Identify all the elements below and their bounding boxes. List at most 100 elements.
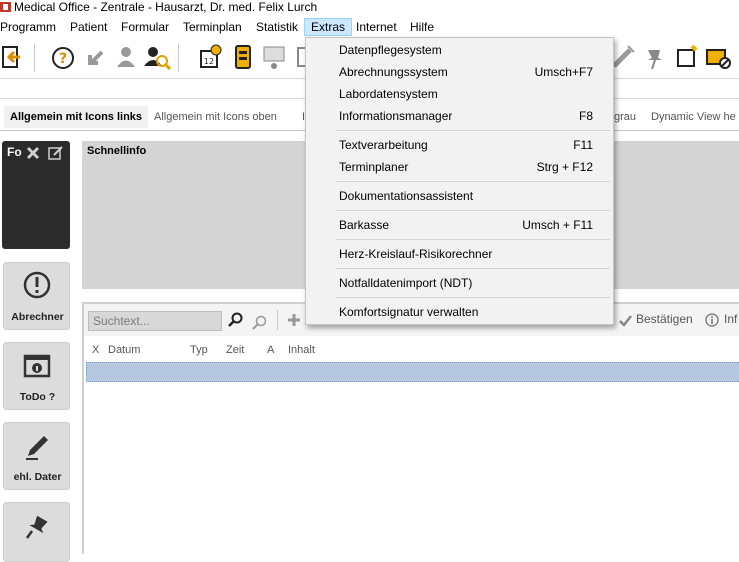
tab-allgemein-icons-oben[interactable]: Allgemein mit Icons oben (154, 106, 277, 128)
sidetile-fehlende-daten[interactable]: ehl. Dater (3, 422, 70, 490)
menu-item-label: Informationsmanager (339, 109, 453, 123)
network-button[interactable] (259, 42, 289, 72)
patient-button[interactable] (111, 42, 141, 72)
journal-list-panel: Bestätigen Inf X Datum Typ Zeit A Inhalt (82, 302, 739, 554)
calendar-clock-icon: 12 (200, 44, 222, 68)
exit-button[interactable] (0, 42, 30, 72)
patient-search-button[interactable] (142, 42, 172, 72)
menu-item-komfortsignatur-verwalten[interactable]: Komfortsignatur verwalten (306, 301, 613, 323)
menu-item-label: Abrechnungssystem (339, 65, 448, 79)
menu-item-shortcut: Umsch+F7 (534, 65, 593, 79)
menu-item-label: Dokumentationsassistent (339, 189, 474, 203)
column-datum[interactable]: Datum (108, 344, 140, 356)
menu-separator (336, 181, 610, 182)
menu-programm[interactable]: Programm (0, 18, 62, 36)
toolbar-separator (178, 44, 179, 72)
folder-button[interactable] (704, 42, 734, 72)
edit-icon[interactable] (48, 145, 64, 161)
menu-item-shortcut: F8 (578, 109, 593, 123)
sidetile-pin[interactable] (3, 502, 70, 562)
network-device-icon (263, 46, 285, 69)
column-a[interactable]: A (267, 344, 274, 356)
exit-door-icon (2, 46, 20, 68)
menu-item-label: Barkasse (339, 218, 390, 232)
arrow-back-icon (88, 50, 104, 65)
menu-statistik[interactable]: Statistik (250, 18, 304, 36)
card-reader-icon (235, 45, 251, 69)
title-bar: Medical Office - Zentrale - Hausarzt, Dr… (0, 0, 739, 16)
menu-item-label: Komfortsignatur verwalten (339, 305, 479, 319)
sidetile-todo[interactable]: ToDo ? (3, 342, 70, 410)
menu-separator (336, 210, 610, 211)
menu-item-label: Herz-Kreislauf-Risikorechner (339, 247, 493, 261)
menu-item-label: Terminplaner (339, 160, 409, 174)
confirm-button[interactable]: Bestätigen (636, 312, 693, 326)
card-button[interactable] (228, 42, 258, 72)
menu-item-shortcut: F11 (573, 138, 593, 152)
note-button[interactable] (672, 42, 702, 72)
fo-tile[interactable]: Fo (2, 141, 70, 249)
pen-icon (26, 436, 48, 460)
sidetile-label: Abrechner (11, 311, 64, 323)
search-box (88, 311, 222, 331)
menu-separator (336, 130, 610, 131)
menu-item-notfalldatenimport[interactable]: Notfalldatenimport (NDT) (306, 272, 613, 294)
menu-patient[interactable]: Patient (64, 18, 113, 36)
menu-item-label: Notfalldatenimport (NDT) (339, 276, 473, 290)
menu-formular[interactable]: Formular (115, 18, 175, 36)
search-icon[interactable] (228, 312, 244, 328)
column-typ[interactable]: Typ (190, 344, 208, 356)
menu-item-labordatensystem[interactable]: Labordatensystem (306, 83, 613, 105)
table-row-selected[interactable] (86, 362, 739, 382)
info-button[interactable]: Inf (724, 312, 737, 326)
sticky-note-icon (677, 44, 698, 67)
menu-item-label: Datenpflegesystem (339, 43, 442, 57)
menu-bar: Programm Patient Formular Terminplan Sta… (0, 16, 739, 38)
menu-extras[interactable]: Extras (304, 18, 353, 36)
menu-hilfe[interactable]: Hilfe (404, 18, 440, 36)
menu-terminplan[interactable]: Terminplan (177, 18, 248, 36)
user-search-icon (144, 47, 172, 71)
menu-item-barkasse[interactable]: Barkasse Umsch + F11 (306, 214, 613, 236)
pin-button[interactable] (640, 42, 670, 72)
extras-dropdown-menu: Datenpflegesystem Abrechnungssystem Umsc… (305, 37, 614, 325)
menu-internet[interactable]: Internet (350, 18, 403, 36)
menu-item-label: Textverarbeitung (339, 138, 428, 152)
column-x[interactable]: X (92, 344, 99, 356)
back-button[interactable] (80, 42, 110, 72)
menu-item-textverarbeitung[interactable]: Textverarbeitung F11 (306, 134, 613, 156)
column-header: X Datum Typ Zeit A Inhalt (84, 340, 739, 362)
menu-item-dokumentationsassistent[interactable]: Dokumentationsassistent (306, 185, 613, 207)
folder-blocked-icon (706, 49, 731, 69)
menu-item-informationsmanager[interactable]: Informationsmanager F8 (306, 105, 613, 127)
toolbar-separator (34, 44, 35, 72)
window-title: Medical Office - Zentrale - Hausarzt, Dr… (14, 0, 318, 14)
add-icon[interactable] (286, 312, 302, 328)
search-clear-icon[interactable] (252, 315, 268, 331)
info-box-icon (23, 354, 51, 378)
sidetile-label: ehl. Dater (13, 471, 62, 483)
menu-item-abrechnungssystem[interactable]: Abrechnungssystem Umsch+F7 (306, 61, 613, 83)
sidetile-abrechner[interactable]: Abrechner (3, 262, 70, 330)
schnellinfo-label: Schnellinfo (87, 145, 147, 157)
app-logo-icon (0, 2, 11, 12)
menu-item-datenpflegesystem[interactable]: Datenpflegesystem (306, 39, 613, 61)
pin-icon (25, 515, 48, 539)
tab-dynamic-view[interactable]: Dynamic View he (651, 106, 736, 128)
close-icon[interactable] (26, 146, 40, 160)
tab-allgemein-icons-links[interactable]: Allgemein mit Icons links (4, 106, 149, 128)
column-zeit[interactable]: Zeit (226, 344, 244, 356)
tab-grau[interactable]: grau (614, 106, 636, 128)
menu-separator (336, 239, 610, 240)
search-input[interactable] (89, 312, 221, 330)
menu-item-terminplaner[interactable]: Terminplaner Strg + F12 (306, 156, 613, 178)
column-inhalt[interactable]: Inhalt (288, 344, 315, 356)
menu-item-herz-kreislauf-risikorechner[interactable]: Herz-Kreislauf-Risikorechner (306, 243, 613, 265)
calendar-button[interactable]: 12 (196, 42, 226, 72)
help-question-icon: ? (52, 47, 74, 69)
help-button[interactable]: ? (48, 42, 78, 72)
menu-separator (336, 268, 610, 269)
menu-item-shortcut: Strg + F12 (536, 160, 593, 174)
patient-user-icon (117, 47, 135, 67)
menu-item-label: Labordatensystem (339, 87, 438, 101)
